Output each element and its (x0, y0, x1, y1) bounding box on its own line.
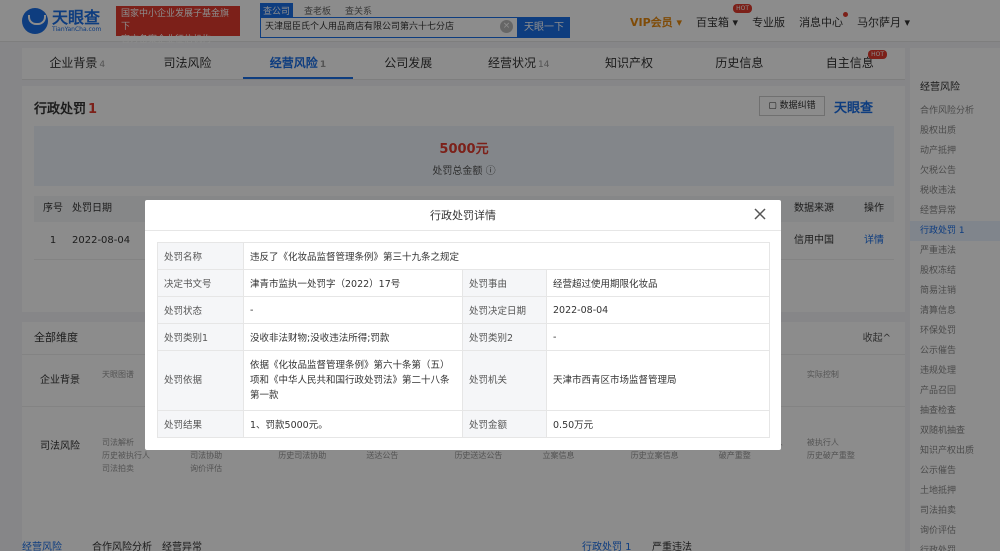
detail-value: 经营超过使用期限化妆品 (546, 269, 770, 297)
detail-key: 处罚结果 (157, 410, 244, 438)
close-icon[interactable] (753, 207, 767, 221)
detail-key: 决定书文号 (157, 269, 244, 297)
penalty-detail-modal: 行政处罚详情 处罚名称 违反了《化妆品监督管理条例》第三十九条之规定 决定书文号 津青… (145, 200, 781, 450)
detail-key: 处罚机关 (462, 350, 547, 411)
detail-row: 处罚结果 1、罚款5000元。 处罚金额 0.50万元 (157, 410, 770, 438)
detail-value: 1、罚款5000元。 (243, 410, 463, 438)
detail-value: 违反了《化妆品监督管理条例》第三十九条之规定 (243, 242, 770, 270)
detail-key: 处罚类别1 (157, 323, 244, 351)
detail-row: 处罚状态 - 处罚决定日期 2022-08-04 (157, 296, 770, 324)
detail-row: 处罚类别1 没收非法财物;没收违法所得;罚款 处罚类别2- (157, 323, 770, 351)
detail-table: 处罚名称 违反了《化妆品监督管理条例》第三十九条之规定 决定书文号 津青市监执一处罚字… (157, 242, 770, 438)
detail-row: 处罚依据 依据《化妆品监督管理条例》第六十条第（五）项和《中华人民共和国行政处罚法… (157, 350, 770, 411)
detail-value: - (243, 296, 463, 324)
detail-value: 0.50万元 (546, 410, 770, 438)
detail-row: 决定书文号 津青市监执一处罚字（2022）17号 处罚事由 经营超过使用期限化妆品 (157, 269, 770, 297)
detail-key: 处罚决定日期 (462, 296, 547, 324)
detail-value: 津青市监执一处罚字（2022）17号 (243, 269, 463, 297)
detail-key: 处罚金额 (462, 410, 547, 438)
detail-value: - (546, 323, 770, 351)
detail-key: 处罚依据 (157, 350, 244, 411)
detail-key: 处罚状态 (157, 296, 244, 324)
detail-value: 天津市西青区市场监督管理局 (546, 350, 770, 411)
detail-row: 处罚名称 违反了《化妆品监督管理条例》第三十九条之规定 (157, 242, 770, 270)
detail-key: 处罚类别2 (462, 323, 547, 351)
modal-title: 行政处罚详情 (145, 200, 781, 231)
detail-value: 2022-08-04 (546, 296, 770, 324)
detail-value: 没收非法财物;没收违法所得;罚款 (243, 323, 463, 351)
detail-value: 依据《化妆品监督管理条例》第六十条第（五）项和《中华人民共和国行政处罚法》第二十… (243, 350, 463, 411)
detail-key: 处罚事由 (462, 269, 547, 297)
detail-key: 处罚名称 (157, 242, 244, 270)
